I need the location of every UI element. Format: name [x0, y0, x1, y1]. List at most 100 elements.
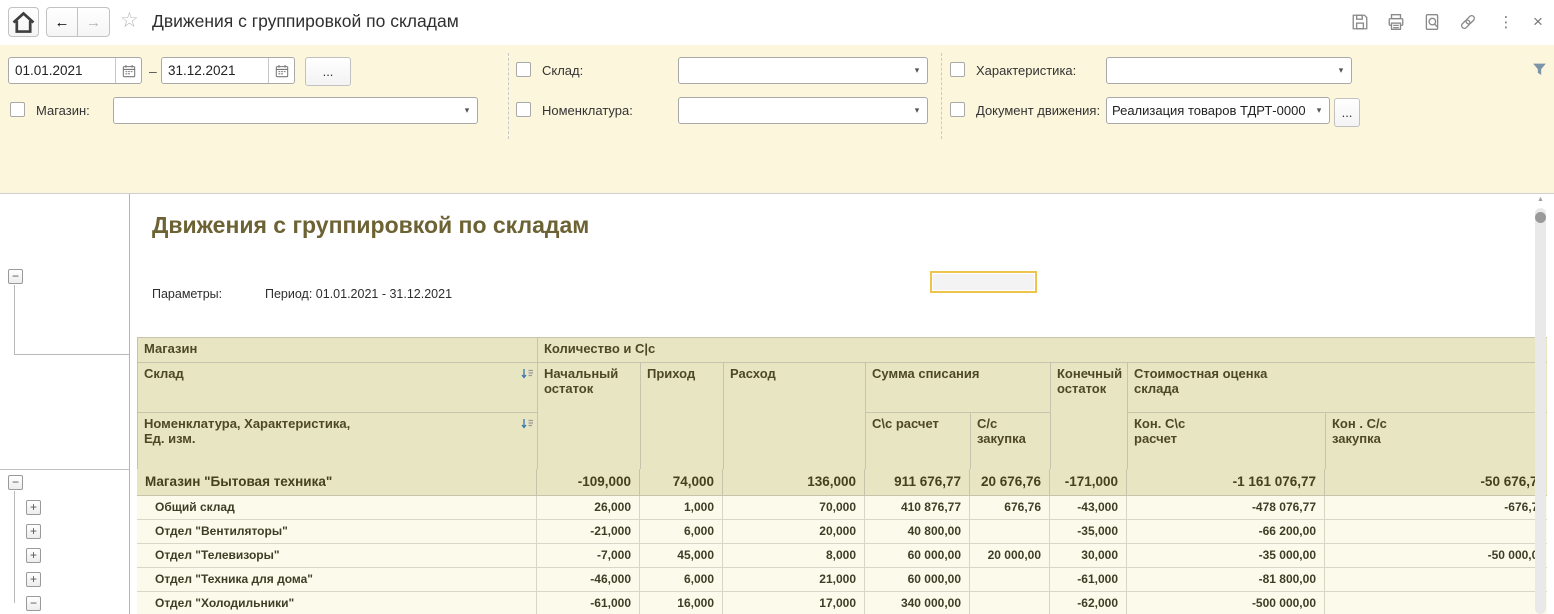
calendar-button[interactable] — [268, 58, 294, 83]
row-value[interactable] — [970, 568, 1050, 591]
row-value[interactable]: -61,000 — [1050, 568, 1127, 591]
chevron-down-icon[interactable]: ▾ — [1331, 65, 1351, 76]
row-value[interactable]: -1 161 076,77 — [1127, 469, 1325, 495]
row-value[interactable]: -35 000,00 — [1127, 544, 1325, 567]
warehouse-combo[interactable]: ▾ — [678, 57, 928, 84]
table-row[interactable]: Отдел "Техника для дома"-46,0006,00021,0… — [137, 568, 1554, 592]
date-from-field[interactable]: 01.01.2021 — [8, 57, 142, 84]
row-label[interactable]: Магазин "Бытовая техника" — [137, 469, 537, 495]
row-value[interactable]: -21,000 — [537, 520, 640, 543]
favorite-star-icon[interactable]: ☆ — [120, 8, 139, 33]
movement-doc-more-button[interactable]: ... — [1334, 98, 1360, 127]
nomenclature-checkbox[interactable] — [516, 102, 531, 117]
header-nomen[interactable]: Номенклатура, Характеристика, Ед. изм. — [138, 413, 538, 470]
header-stoim[interactable]: Стоимостная оценка склада — [1128, 363, 1554, 413]
row-value[interactable]: -35,000 — [1050, 520, 1127, 543]
warehouse-checkbox[interactable] — [516, 62, 531, 77]
row-value[interactable]: 17,000 — [723, 592, 865, 614]
row-value[interactable]: 911 676,77 — [865, 469, 970, 495]
movement-doc-checkbox[interactable] — [950, 102, 965, 117]
characteristic-combo[interactable]: ▾ — [1106, 57, 1352, 84]
scrollbar-track[interactable] — [1535, 208, 1546, 614]
row-value[interactable]: 45,000 — [640, 544, 723, 567]
collapse-row-button[interactable]: − — [26, 596, 41, 611]
header-summa[interactable]: Сумма списания — [866, 363, 1051, 413]
row-value[interactable]: 30,000 — [1050, 544, 1127, 567]
row-value[interactable]: -7,000 — [537, 544, 640, 567]
row-value[interactable]: -109,000 — [537, 469, 640, 495]
table-row[interactable]: Магазин "Бытовая техника"-109,00074,0001… — [137, 469, 1554, 496]
header-ss-zakup[interactable]: С/с закупка — [971, 413, 1051, 470]
store-checkbox[interactable] — [10, 102, 25, 117]
expand-row-button[interactable]: + — [26, 548, 41, 563]
more-kebab-button[interactable]: ⋮ — [1494, 10, 1518, 34]
row-value[interactable]: 8,000 — [723, 544, 865, 567]
row-label[interactable]: Отдел "Вентиляторы" — [137, 520, 537, 543]
row-value[interactable]: -50 676,76 — [1325, 469, 1554, 495]
header-magazin[interactable]: Магазин — [138, 338, 538, 363]
row-value[interactable]: 70,000 — [723, 496, 865, 519]
sort-icon[interactable] — [521, 368, 534, 381]
period-more-button[interactable]: ... — [305, 57, 351, 86]
row-value[interactable]: -62,000 — [1050, 592, 1127, 614]
row-value[interactable]: 20 000,00 — [970, 544, 1050, 567]
collapse-row-button[interactable]: − — [8, 475, 23, 490]
row-value[interactable]: 340 000,00 — [865, 592, 970, 614]
row-value[interactable]: -171,000 — [1050, 469, 1127, 495]
row-value[interactable]: 676,76 — [970, 496, 1050, 519]
filter-funnel-button[interactable] — [1531, 61, 1548, 78]
print-preview-button[interactable] — [1420, 10, 1444, 34]
store-combo[interactable]: ▾ — [113, 97, 478, 124]
home-button[interactable] — [8, 7, 39, 37]
print-button[interactable] — [1384, 10, 1408, 34]
selected-cell[interactable] — [930, 271, 1037, 293]
header-nach[interactable]: Начальный остаток — [538, 363, 641, 470]
collapse-report-button[interactable]: − — [8, 269, 23, 284]
expand-row-button[interactable]: + — [26, 524, 41, 539]
header-kon[interactable]: Конечный остаток — [1051, 363, 1128, 470]
movement-doc-combo[interactable]: Реализация товаров ТДРТ-0000 ▾ — [1106, 97, 1330, 124]
forward-button[interactable]: → — [78, 7, 110, 37]
chevron-down-icon[interactable]: ▾ — [907, 65, 927, 76]
row-label[interactable]: Общий склад — [137, 496, 537, 519]
header-qty-group[interactable]: Количество и С|с — [538, 338, 1554, 363]
row-value[interactable]: 26,000 — [537, 496, 640, 519]
row-value[interactable]: 60 000,00 — [865, 544, 970, 567]
chevron-down-icon[interactable]: ▾ — [1309, 105, 1329, 116]
header-kon-ss-raschet[interactable]: Кон. С\с расчет — [1128, 413, 1326, 470]
row-value[interactable]: 20 676,76 — [970, 469, 1050, 495]
row-value[interactable]: 21,000 — [723, 568, 865, 591]
row-value[interactable]: -50 000,00 — [1325, 544, 1554, 567]
row-value[interactable]: -81 800,00 — [1127, 568, 1325, 591]
row-value[interactable]: -43,000 — [1050, 496, 1127, 519]
chevron-down-icon[interactable]: ▾ — [457, 105, 477, 116]
row-value[interactable]: -676,76 — [1325, 496, 1554, 519]
header-kon-ss-zakup[interactable]: Кон . С/с закупка — [1326, 413, 1554, 470]
link-button[interactable] — [1456, 10, 1480, 34]
row-value[interactable]: 74,000 — [640, 469, 723, 495]
row-value[interactable] — [1325, 520, 1554, 543]
expand-row-button[interactable]: + — [26, 500, 41, 515]
sort-icon[interactable] — [521, 418, 534, 431]
back-button[interactable]: ← — [46, 7, 78, 37]
row-value[interactable]: 410 876,77 — [865, 496, 970, 519]
row-value[interactable]: -66 200,00 — [1127, 520, 1325, 543]
row-value[interactable]: 40 800,00 — [865, 520, 970, 543]
header-rashod[interactable]: Расход — [724, 363, 866, 470]
scrollbar-thumb[interactable] — [1535, 212, 1546, 223]
header-sklad[interactable]: Склад — [138, 363, 538, 413]
row-value[interactable]: -61,000 — [537, 592, 640, 614]
table-row[interactable]: Отдел "Телевизоры"-7,00045,0008,00060 00… — [137, 544, 1554, 568]
table-row[interactable]: Отдел "Вентиляторы"-21,0006,00020,00040 … — [137, 520, 1554, 544]
scroll-up-icon[interactable]: ▲ — [1537, 196, 1544, 203]
row-value[interactable] — [1325, 592, 1554, 614]
table-row[interactable]: Отдел "Холодильники"-61,00016,00017,0003… — [137, 592, 1554, 614]
save-button[interactable] — [1348, 10, 1372, 34]
row-label[interactable]: Отдел "Техника для дома" — [137, 568, 537, 591]
row-value[interactable]: 16,000 — [640, 592, 723, 614]
date-to-field[interactable]: 31.12.2021 — [161, 57, 295, 84]
row-value[interactable]: 6,000 — [640, 520, 723, 543]
close-button[interactable]: × — [1526, 10, 1550, 34]
table-row[interactable]: Общий склад26,0001,00070,000410 876,7767… — [137, 496, 1554, 520]
header-prihod[interactable]: Приход — [641, 363, 724, 470]
